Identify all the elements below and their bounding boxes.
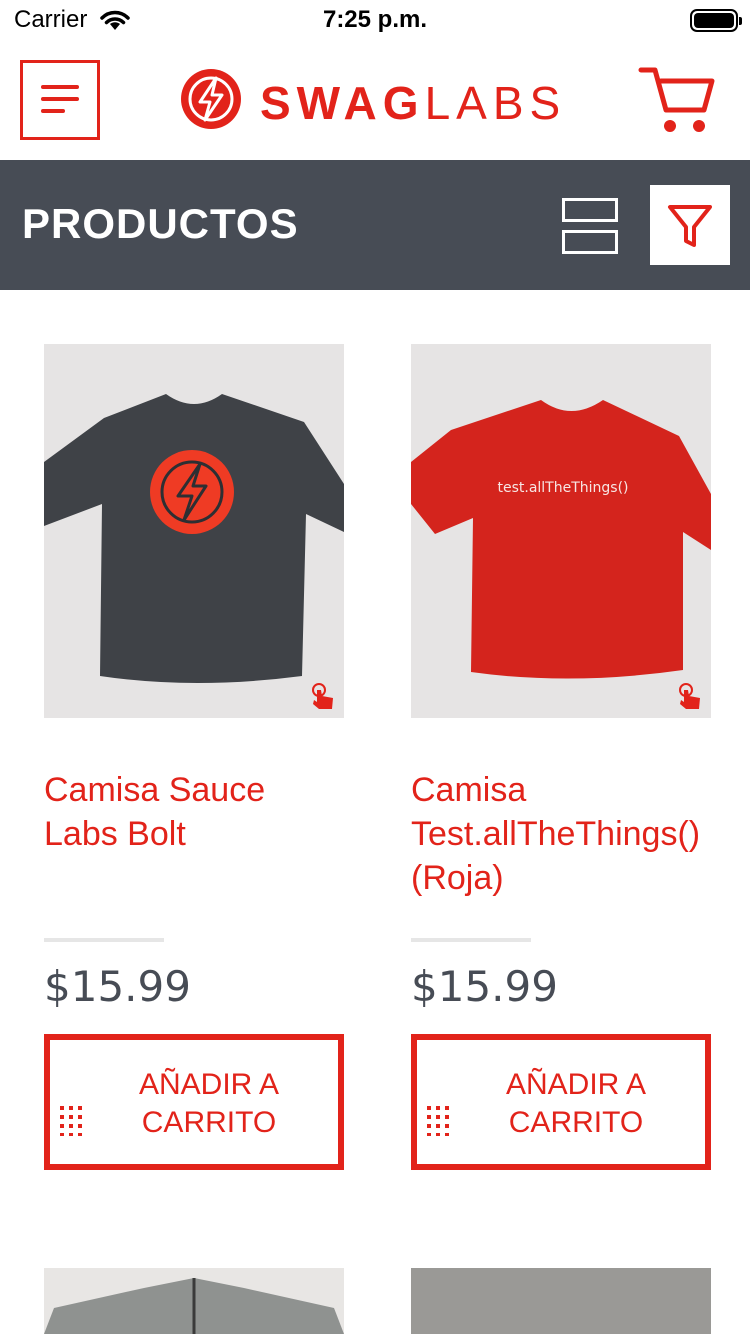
filter-button[interactable] — [650, 185, 730, 265]
jacket-image — [44, 1278, 344, 1334]
divider — [411, 938, 531, 942]
status-bar: Carrier 7:25 p.m. — [0, 0, 750, 40]
tshirt-image — [44, 394, 344, 683]
cart-icon[interactable] — [638, 64, 716, 136]
product-image-partial[interactable] — [44, 1268, 344, 1334]
menu-icon — [41, 85, 79, 89]
product-price: $15.99 — [44, 962, 191, 1011]
tap-icon — [679, 683, 700, 709]
product-image-partial[interactable] — [411, 1268, 711, 1334]
filter-icon — [668, 205, 712, 247]
add-to-cart-label: AÑADIR A CARRITO — [138, 1068, 280, 1139]
product-name[interactable]: Camisa Sauce Labs Bolt — [44, 768, 344, 856]
add-to-cart-label: AÑADIR A CARRITO — [505, 1068, 647, 1139]
toggle-view-icon[interactable] — [562, 198, 618, 254]
product-image[interactable]: test.allTheThings() — [411, 344, 711, 718]
app-header: SWAGLABS — [0, 40, 750, 160]
divider — [44, 938, 164, 942]
add-to-cart-button[interactable]: AÑADIR A CARRITO — [44, 1034, 344, 1170]
page-title: PRODUCTOS — [22, 200, 299, 247]
product-price: $15.99 — [411, 962, 558, 1011]
tshirt-image: test.allTheThings() — [411, 400, 711, 679]
product-image[interactable] — [44, 344, 344, 718]
product-name[interactable]: Camisa Test.allTheThings() (Roja) — [411, 768, 711, 900]
drag-handle-icon — [60, 1106, 82, 1136]
tap-icon — [312, 683, 333, 709]
swaglabs-logo-icon — [181, 69, 241, 129]
menu-button[interactable] — [20, 60, 100, 140]
battery-icon — [690, 9, 742, 32]
products-toolbar: PRODUCTOS — [0, 160, 750, 290]
drag-handle-icon — [427, 1106, 449, 1136]
clock: 7:25 p.m. — [322, 6, 428, 33]
shirt-print-text: test.allTheThings() — [497, 480, 628, 496]
logo-text: SWAGLABS — [260, 77, 567, 129]
add-to-cart-button[interactable]: AÑADIR A CARRITO — [411, 1034, 711, 1170]
